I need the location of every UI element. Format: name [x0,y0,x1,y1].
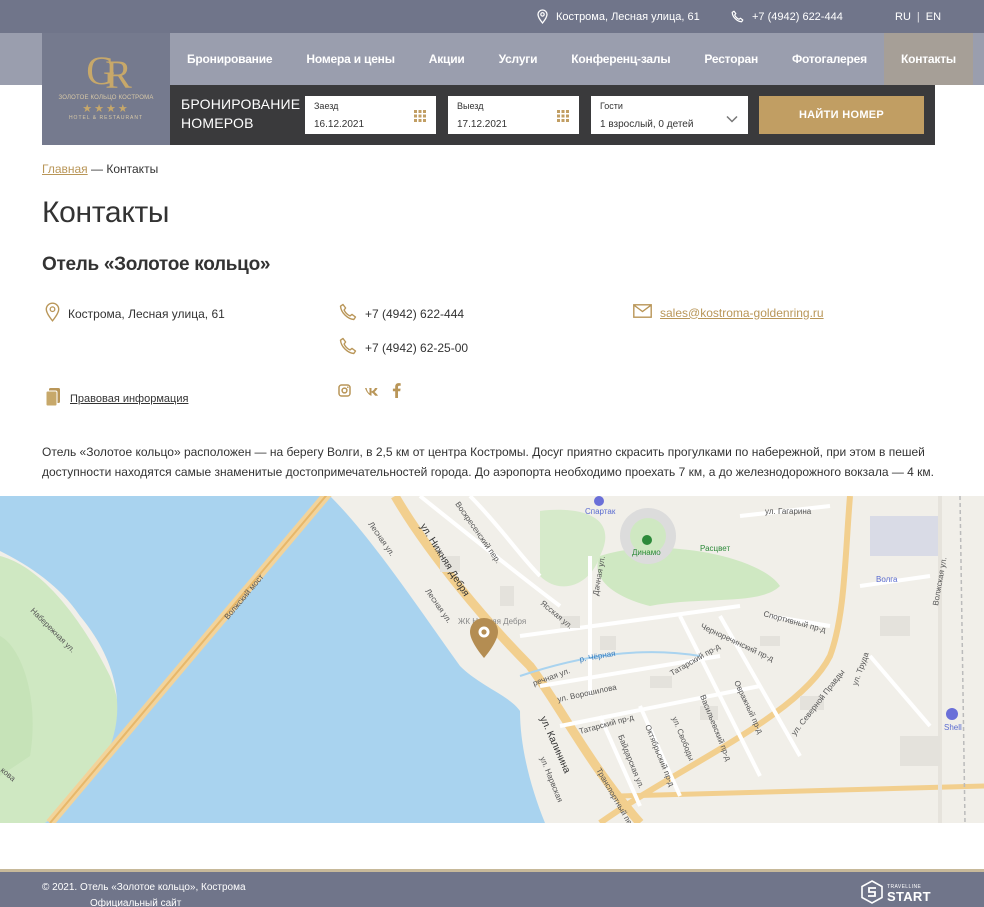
contact-address-text: Кострома, Лесная улица, 61 [68,306,225,321]
booking-title: БРОНИРОВАНИЕ НОМЕРОВ [181,96,301,131]
calendar-icon [414,109,426,127]
hotel-logo[interactable]: GR ЗОЛОТОЕ КОЛЬЦО КОСТРОМА ★★★★ HOTEL & … [42,33,170,145]
hotel-title: Отель «Золотое кольцо» [42,254,271,275]
checkin-field[interactable]: Заезд 16.12.2021 [305,96,436,134]
phone-icon [339,303,357,324]
document-icon [45,387,62,410]
breadcrumb-current: Контакты [106,162,159,176]
lang-en[interactable]: EN [926,11,941,23]
nav-item-restaurant[interactable]: Ресторан [687,33,775,85]
legal-info-link[interactable]: Правовая информация [70,393,188,405]
find-room-button[interactable]: НАЙТИ НОМЕР [759,96,924,134]
logo-line2: HOTEL & RESTAURANT [68,115,144,121]
instagram-icon[interactable] [338,384,351,402]
footer-official-site: Официальный сайт [90,898,182,907]
vk-icon[interactable] [364,384,379,402]
page-title: Контакты [42,196,170,229]
checkin-value: 16.12.2021 [314,119,365,130]
travelline-big-text: START [887,889,931,904]
nav-item-rooms[interactable]: Номера и цены [289,33,411,85]
contact-address: Кострома, Лесная улица, 61 [45,302,225,325]
social-links [338,383,401,403]
topbar-address-text: Кострома, Лесная улица, 61 [556,10,700,23]
map-poi-spartak-icon [594,496,604,506]
contact-phone-2-text: +7 (4942) 62-25-00 [365,340,469,355]
mail-icon [633,304,652,321]
location-pin-icon [45,302,60,325]
contact-phone-1-text: +7 (4942) 622-444 [365,306,465,321]
map-label-gagarina: ул. Гагарина [765,507,812,516]
guests-value: 1 взрослый, 0 детей [600,119,694,130]
nav-item-gallery[interactable]: Фотогалерея [775,33,884,85]
map-label-volga: Волга [876,575,898,584]
top-bar: Кострома, Лесная улица, 61 +7 (4942) 622… [0,0,984,33]
nav-item-promos[interactable]: Акции [412,33,482,85]
breadcrumb-home[interactable]: Главная [42,162,88,176]
logo-monogram: GR [86,48,131,97]
guests-field[interactable]: Гости 1 взрослый, 0 детей [591,96,748,134]
footer-copyright: © 2021. Отель «Золотое кольцо», Кострома… [42,880,246,907]
checkin-label: Заезд [314,101,339,111]
contact-email: sales@kostroma-goldenring.ru [633,304,824,321]
map-label-shell: Shell [944,723,962,732]
phone-icon [339,337,357,358]
map-poi-shell-icon [946,708,958,720]
map-label-spartak: Спартак [585,507,616,516]
facebook-icon[interactable] [392,383,401,403]
nav-item-services[interactable]: Услуги [482,33,555,85]
calendar-icon [557,109,569,127]
checkout-label: Выезд [457,101,484,111]
logo-stars: ★★★★ [82,103,130,115]
lang-separator: | [916,10,920,23]
contact-phone-1[interactable]: +7 (4942) 622-444 [339,303,464,324]
checkout-value: 17.12.2021 [457,119,508,130]
contact-email-link[interactable]: sales@kostroma-goldenring.ru [660,306,824,320]
map-poi-dinamo-icon [642,535,652,545]
booking-widget: БРОНИРОВАНИЕ НОМЕРОВ Заезд 16.12.2021 Вы… [170,85,935,145]
language-switcher: RU | EN [895,0,941,33]
footer: © 2021. Отель «Золотое кольцо», Кострома… [0,872,984,907]
checkout-field[interactable]: Выезд 17.12.2021 [448,96,579,134]
legal-info: Правовая информация [45,387,188,410]
map-label-dinamo: Динамо [632,548,661,557]
nav-item-contacts[interactable]: Контакты [883,33,973,85]
breadcrumb: Главная — Контакты [42,162,158,176]
map-label-rasstvet: Расцвет [700,544,730,553]
contact-phone-2[interactable]: +7 (4942) 62-25-00 [339,337,468,358]
main-nav: Бронирование Номера и цены Акции Услуги … [170,33,973,85]
topbar-phone[interactable]: +7 (4942) 622-444 [731,0,843,33]
hotel-description: Отель «Золотое кольцо» расположен — на б… [42,445,935,479]
travelline-icon [861,880,883,907]
breadcrumb-separator: — [87,162,107,176]
guests-label: Гости [600,101,623,111]
topbar-address[interactable]: Кострома, Лесная улица, 61 [537,0,700,33]
lang-ru[interactable]: RU [895,11,911,23]
phone-icon [731,10,744,23]
travelline-logo[interactable]: TRAVELLINE START [861,880,931,907]
location-map[interactable]: Волжский мост Набережная ул. Лесная ул. … [0,496,984,823]
location-pin-icon [537,9,548,24]
topbar-phone-text: +7 (4942) 622-444 [752,10,843,23]
nav-item-booking[interactable]: Бронирование [170,33,289,85]
chevron-down-icon [726,110,738,128]
nav-item-conference[interactable]: Конференц-залы [554,33,687,85]
